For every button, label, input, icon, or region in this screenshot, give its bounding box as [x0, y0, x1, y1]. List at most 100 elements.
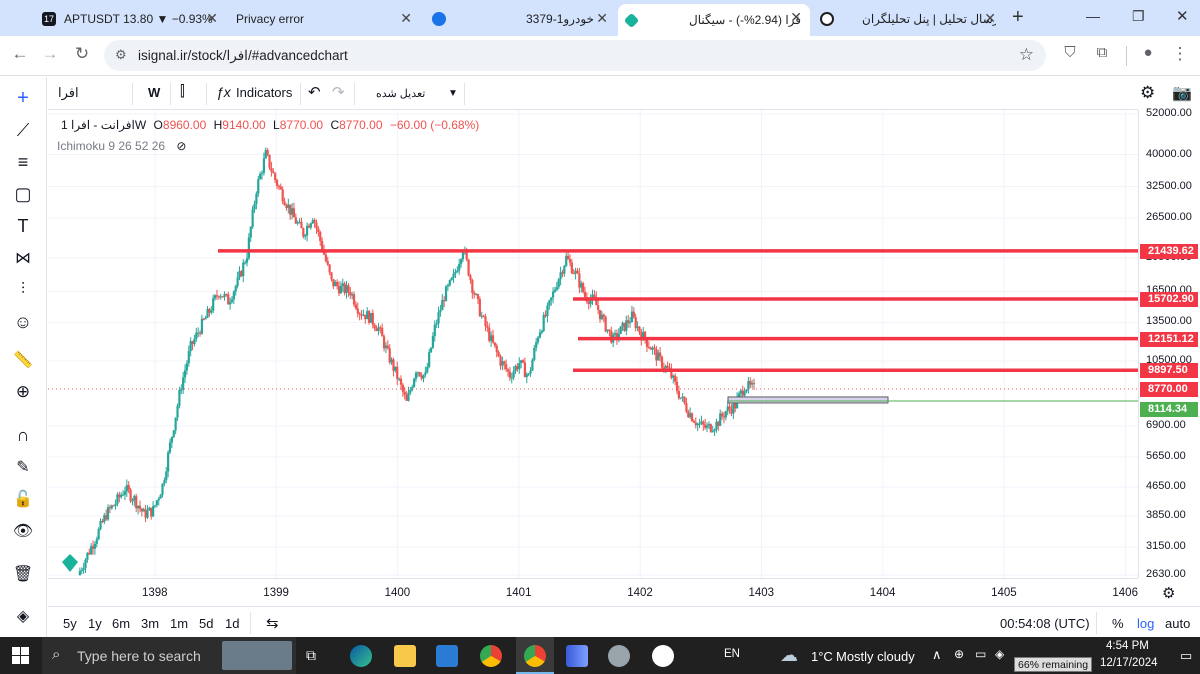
back-icon[interactable]: ← — [8, 44, 32, 64]
redo-icon[interactable]: ↷ — [332, 83, 345, 101]
symbol-search[interactable]: افرا — [58, 85, 79, 101]
date-range-icon[interactable]: ⇆ — [266, 614, 279, 632]
undo-icon[interactable]: ↶ — [308, 83, 321, 101]
trash-icon[interactable]: 🗑 — [10, 561, 36, 587]
lock-icon[interactable]: 🔓 — [10, 486, 36, 512]
interval-button[interactable]: W — [148, 85, 160, 100]
close-tab-icon[interactable]: ✕ — [984, 10, 996, 27]
zoom-in-icon[interactable]: ⊕ — [10, 379, 36, 405]
network-icon[interactable]: ◈ — [995, 647, 1004, 661]
candles-icon[interactable]: ⫿ — [180, 83, 185, 100]
weather-temp[interactable]: 1°C — [811, 649, 833, 664]
weather-text[interactable]: Mostly cloudy — [836, 649, 915, 664]
candle-body — [144, 509, 147, 518]
ruler-icon[interactable]: 📏 — [10, 347, 36, 373]
chevron-up-icon[interactable]: ∧ — [932, 647, 942, 663]
notification-icon[interactable]: ▭ — [1180, 648, 1192, 664]
start-icon[interactable] — [12, 647, 29, 664]
range-6m[interactable]: 6m — [112, 616, 130, 631]
address-bar[interactable]: ⚙ isignal.ir/stock/افرا/#advancedchart ☆ — [104, 40, 1046, 71]
taskbar-search[interactable]: ⌕ Type here to search — [42, 637, 296, 674]
tab-analyst-panel[interactable]: ارسال تحلیل | پنل تحلیلگران ✕ — [812, 5, 1004, 32]
close-tab-icon[interactable]: ✕ — [596, 10, 608, 27]
tab-aptusdt[interactable]: 17 APTUSDT 13.80 ▼ −0.93% U ✕ — [34, 5, 226, 32]
magnet-icon[interactable]: ∩ — [10, 422, 36, 448]
trend-line-icon[interactable]: ⟋ — [10, 117, 36, 143]
hide-eye-icon[interactable]: ⊘ — [176, 139, 186, 153]
range-5y[interactable]: 5y — [63, 616, 77, 631]
indicators-button[interactable]: Indicators — [236, 85, 292, 100]
file-explorer-icon[interactable] — [394, 645, 416, 667]
rectangle-icon[interactable]: ▢ — [10, 181, 36, 207]
profile-icon[interactable]: ● — [1136, 44, 1160, 61]
task-view-icon[interactable]: ⧉ — [306, 647, 316, 664]
chart-app-icon[interactable] — [566, 645, 588, 667]
range-1y[interactable]: 1y — [88, 616, 102, 631]
close-tab-icon[interactable]: ✕ — [206, 10, 218, 27]
close-tab-icon[interactable]: ✕ — [790, 9, 802, 26]
browser-toolbar: ← → ↻ ⚙ isignal.ir/stock/افرا/#advancedc… — [0, 36, 1200, 76]
maximize-button[interactable]: ❐ — [1132, 8, 1145, 25]
battery-tooltip: 66% remaining — [1014, 657, 1093, 672]
time-tick-label: 1402 — [627, 587, 653, 599]
stay-in-drawing-icon[interactable]: ✎ — [10, 454, 36, 480]
tab-privacy-error[interactable]: Privacy error ✕ — [228, 5, 420, 32]
mail-icon[interactable] — [436, 645, 458, 667]
candle-body — [332, 279, 335, 287]
indicators-icon[interactable]: ƒx — [216, 84, 231, 100]
site-info-icon[interactable]: ⚙ — [115, 47, 127, 63]
reload-icon[interactable]: ↻ — [70, 44, 94, 64]
candle-body — [294, 217, 297, 224]
new-tab-button[interactable]: + — [1012, 6, 1024, 29]
indicator-legend[interactable]: Ichimoku 9 26 52 26 ⊘ — [57, 139, 186, 153]
candle-body — [587, 301, 590, 305]
bookmark-star-icon[interactable]: ☆ — [1019, 45, 1034, 65]
candle-body — [247, 237, 250, 259]
tab-afra-signal[interactable]: افرا (2.94%-) - سیگنال ✕ — [618, 4, 810, 36]
forecast-icon[interactable]: ⫶ — [10, 277, 36, 303]
chrome-icon[interactable] — [480, 645, 502, 667]
settings-app-icon[interactable] — [608, 645, 630, 667]
range-3m[interactable]: 3m — [141, 616, 159, 631]
axis-settings-icon[interactable]: ⚙ — [1162, 584, 1175, 602]
price-axis[interactable]: 52000.0040000.0032500.0026500.0020500.00… — [1138, 107, 1200, 580]
battery-icon[interactable]: ▭ — [975, 647, 986, 661]
clock-time[interactable]: 4:54 PM — [1106, 640, 1149, 652]
adjustment-select[interactable]: تعدیل شده — [376, 87, 425, 100]
chart-pane[interactable] — [48, 110, 1138, 578]
camera-icon[interactable]: 📷 — [1172, 83, 1192, 103]
price-chart[interactable] — [48, 110, 1138, 578]
range-5d[interactable]: 5d — [199, 616, 213, 631]
menu-icon[interactable]: ⋮ — [1168, 44, 1192, 64]
shield-icon[interactable]: ⛉ — [1058, 44, 1082, 61]
range-1d[interactable]: 1d — [225, 616, 239, 631]
time-axis[interactable]: 1398 1399 1400 1401 1402 1403 1404 1405 1406 — [48, 578, 1138, 606]
close-tab-icon[interactable]: ✕ — [400, 10, 412, 27]
app-icon[interactable] — [652, 645, 674, 667]
crosshair-icon[interactable]: + — [10, 85, 36, 111]
tray-app-icon[interactable]: ⊕ — [954, 647, 964, 661]
language-indicator[interactable]: EN — [724, 648, 740, 660]
auto-toggle[interactable]: auto — [1165, 616, 1190, 631]
pattern-icon[interactable]: ⋈ — [10, 245, 36, 271]
settings-icon[interactable]: ⚙ — [1140, 83, 1155, 103]
text-tool-icon[interactable]: T — [10, 213, 36, 239]
range-1m[interactable]: 1m — [170, 616, 188, 631]
emoji-icon[interactable]: ☺ — [10, 309, 36, 335]
utc-clock[interactable]: 00:54:08 (UTC) — [1000, 616, 1090, 631]
layers-icon[interactable]: ◈ — [10, 603, 36, 629]
clock-date[interactable]: 12/17/2024 — [1100, 657, 1158, 669]
fib-retracement-icon[interactable]: ≡ — [10, 149, 36, 175]
chevron-down-icon[interactable]: ▼ — [448, 88, 458, 99]
candle-body — [362, 314, 365, 316]
tab-khodro[interactable]: خودرو1-3379 ✕ — [424, 5, 616, 32]
eye-icon[interactable]: 👁 — [10, 518, 36, 544]
log-toggle[interactable]: log — [1137, 616, 1154, 631]
chrome-active-button[interactable] — [516, 637, 554, 674]
close-window-button[interactable]: ✕ — [1176, 7, 1189, 25]
extensions-icon[interactable]: ⧉ — [1090, 44, 1114, 61]
forward-icon[interactable]: → — [38, 44, 62, 64]
edge-icon[interactable] — [350, 645, 372, 667]
percent-toggle[interactable]: % — [1112, 616, 1124, 631]
minimize-button[interactable]: — — [1086, 8, 1100, 24]
